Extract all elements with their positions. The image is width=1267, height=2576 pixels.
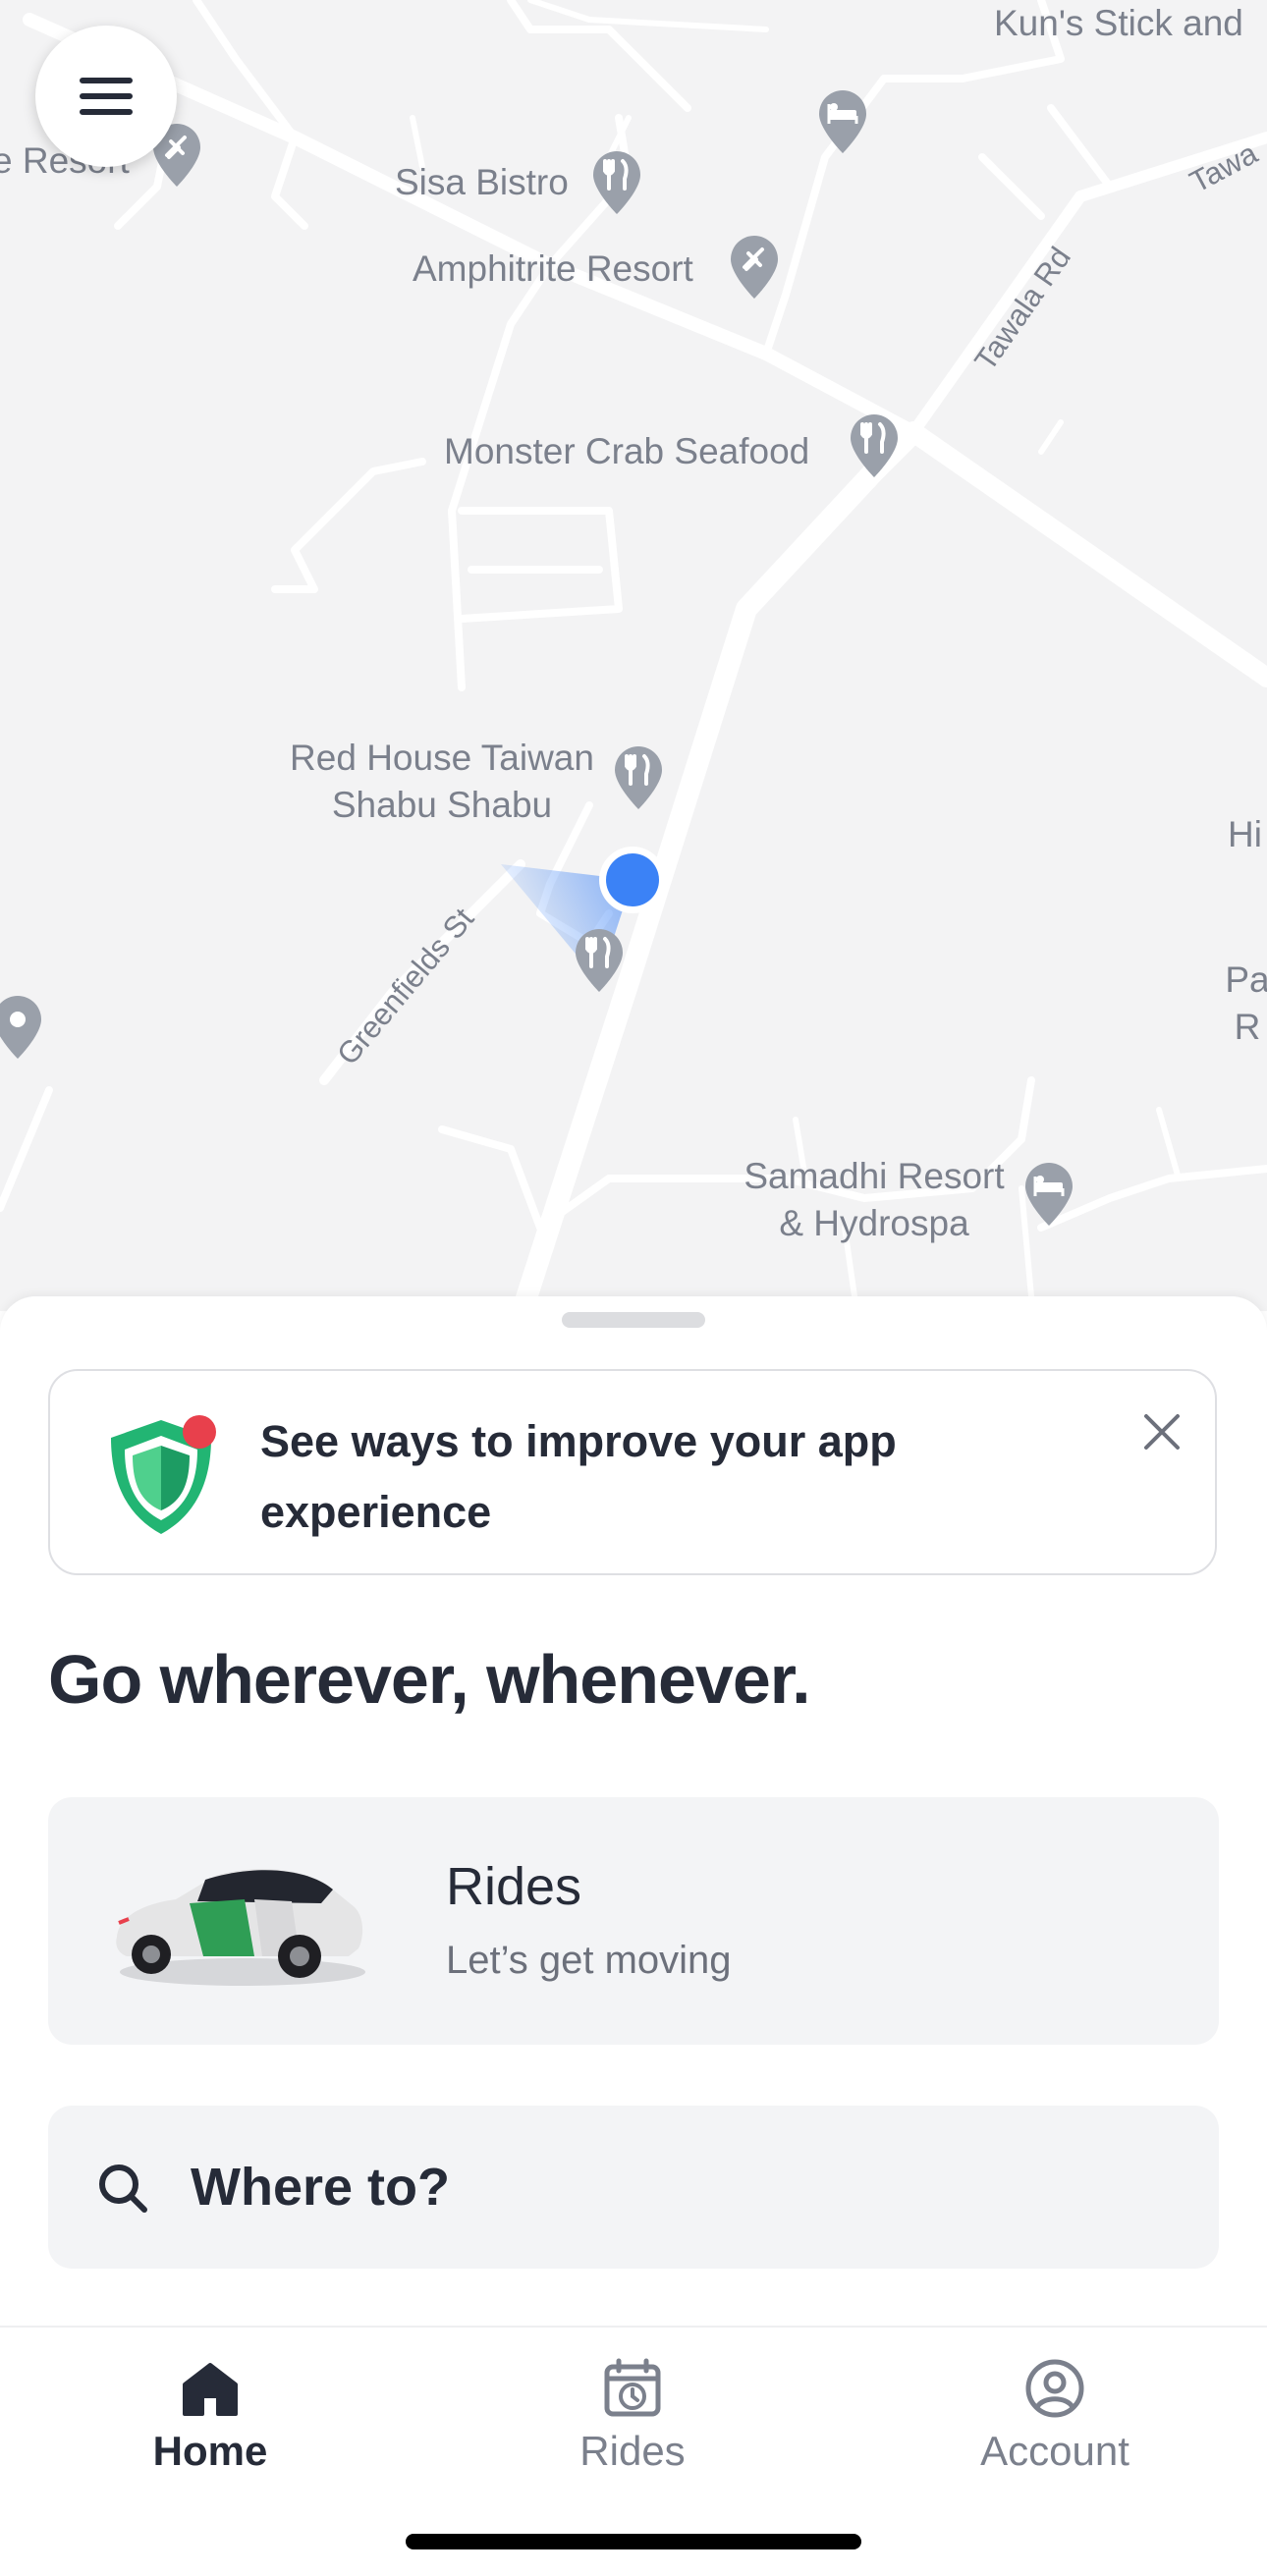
close-icon[interactable] — [1134, 1404, 1189, 1459]
hotel-icon[interactable] — [815, 86, 870, 155]
tab-home[interactable]: Home — [63, 2357, 358, 2504]
poi-label[interactable]: Monster Crab Seafood — [444, 428, 809, 475]
home-icon — [183, 2363, 238, 2416]
poi-label-line: Pa — [1225, 959, 1267, 1000]
poi-label-line: Samadhi Resort — [744, 1156, 1005, 1196]
map-view[interactable]: Kun's Stick and e Resort Sisa Bistro Amp… — [0, 0, 1267, 1311]
home-indicator — [406, 2534, 861, 2549]
calendar-clock-icon — [604, 2358, 661, 2417]
page-title: Go wherever, whenever. — [48, 1641, 811, 1718]
restaurant-icon[interactable] — [611, 742, 666, 811]
account-icon — [1025, 2359, 1084, 2418]
app-experience-banner[interactable]: See ways to improve your app experience — [48, 1369, 1217, 1575]
search-icon — [95, 2161, 150, 2216]
restaurant-icon[interactable] — [572, 925, 627, 994]
tab-rides[interactable]: Rides — [485, 2357, 780, 2504]
poi-label-line: & Hydrospa — [779, 1203, 969, 1243]
restaurant-icon[interactable] — [847, 411, 902, 479]
rides-subtitle: Let’s get moving — [446, 1939, 732, 1982]
search-placeholder: Where to? — [191, 2158, 450, 2217]
poi-label-line: Red House Taiwan — [290, 738, 594, 778]
tab-label: Account — [980, 2428, 1129, 2474]
menu-button[interactable] — [35, 26, 177, 167]
restaurant-icon[interactable] — [589, 147, 644, 216]
rides-card[interactable]: Rides Let’s get moving — [48, 1797, 1219, 2045]
tab-account[interactable]: Account — [908, 2357, 1202, 2504]
car-image — [107, 1846, 372, 1994]
poi-label[interactable]: Sisa Bistro — [395, 159, 569, 206]
rides-title: Rides — [446, 1857, 582, 1916]
poi-label-line: Shabu Shabu — [331, 785, 553, 825]
poi-label[interactable]: Red House Taiwan Shabu Shabu — [275, 735, 609, 829]
poi-label[interactable]: Pa R — [1218, 957, 1267, 1051]
tab-label: Home — [152, 2428, 268, 2474]
location-pin-icon[interactable] — [0, 992, 45, 1061]
poi-label[interactable]: Amphitrite Resort — [413, 246, 693, 293]
sheet-grabber[interactable] — [562, 1312, 705, 1328]
poi-label-line: R — [1234, 1007, 1261, 1047]
poi-label[interactable]: Samadhi Resort & Hydrospa — [727, 1153, 1021, 1247]
where-to-search-input[interactable]: Where to? — [48, 2106, 1219, 2269]
tab-label: Rides — [579, 2428, 686, 2474]
hotel-icon[interactable] — [1021, 1159, 1076, 1228]
resort-icon[interactable] — [727, 232, 782, 301]
hamburger-menu-icon — [80, 78, 133, 115]
poi-label[interactable]: Kun's Stick and — [994, 0, 1243, 47]
banner-text: See ways to improve your app experience — [260, 1416, 897, 1537]
poi-label[interactable]: Hi — [1228, 811, 1262, 858]
shield-icon — [97, 1412, 225, 1540]
